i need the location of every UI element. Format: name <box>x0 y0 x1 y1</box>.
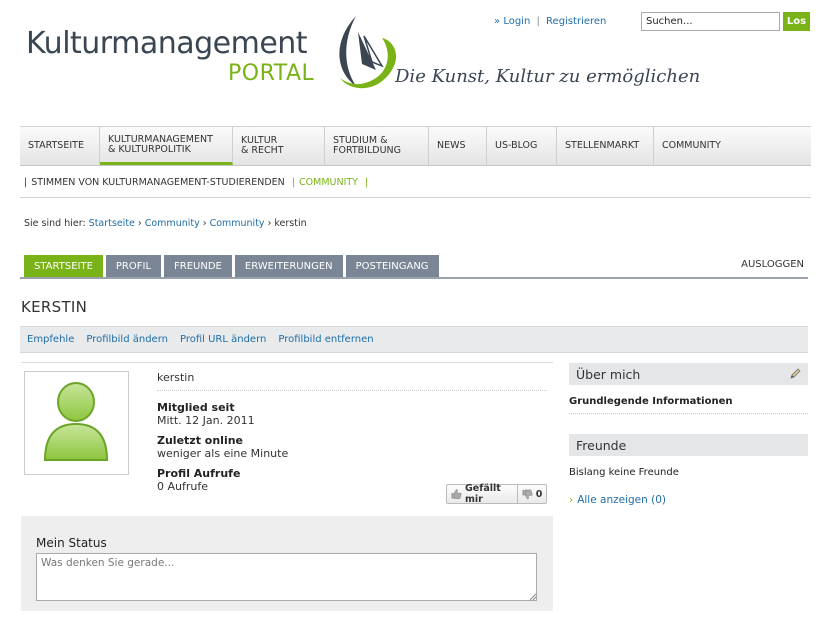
avatar <box>24 371 129 475</box>
nav-studium[interactable]: Studium & Fortbildung <box>325 127 429 165</box>
nav-kultur-recht[interactable]: Kultur & Recht <box>233 127 325 165</box>
breadcrumb-community-2[interactable]: Community <box>210 218 265 229</box>
nav-us-blog[interactable]: US-Blog <box>487 127 557 165</box>
login-link[interactable]: Login <box>503 16 530 27</box>
page-title: kerstin <box>21 298 88 316</box>
tab-freunde[interactable]: Freunde <box>164 255 232 277</box>
nav-kulturmanagement[interactable]: Kulturmanagement & Kulturpolitik <box>100 127 233 165</box>
subnav-stimmen[interactable]: Stimmen von Kulturmanagement-Studierende… <box>31 177 285 188</box>
about-me-header: Über mich <box>569 363 808 385</box>
account-links: » Login | Registrieren <box>494 16 606 27</box>
subnav-community[interactable]: Community <box>299 177 358 188</box>
show-all-friends-link[interactable]: › Alle anzeigen (0) <box>569 494 666 506</box>
status-title: Mein Status <box>36 536 107 550</box>
divider <box>20 197 811 198</box>
profile-action-bar: Empfehle Profilbild ändern Profil URL än… <box>20 326 808 353</box>
status-panel: Mein Status Was denken Sie gerade... <box>21 516 553 611</box>
tab-posteingang[interactable]: Posteingang <box>345 255 439 277</box>
member-since-value: Mitt. 12 Jan. 2011 <box>157 414 255 427</box>
logo-subtitle: PORTAL <box>228 61 315 86</box>
change-picture-link[interactable]: Profilbild ändern <box>86 334 168 345</box>
main-navigation: Startseite Kulturmanagement & Kulturpolit… <box>20 126 811 166</box>
breadcrumb-startseite[interactable]: Startseite <box>89 218 135 229</box>
breadcrumb-community[interactable]: Community <box>145 218 200 229</box>
remove-picture-link[interactable]: Profilbild entfernen <box>278 334 373 345</box>
about-me-title: Über mich <box>576 366 641 382</box>
thumbs-up-icon <box>451 489 462 499</box>
last-online-value: weniger als eine Minute <box>157 447 289 460</box>
friends-empty-text: Bislang keine Freunde <box>569 467 679 478</box>
breadcrumb: Sie sind hier: Startseite › Community › … <box>24 218 307 229</box>
logo-book-icon <box>339 16 397 89</box>
dislike-count: 0 <box>535 488 543 500</box>
tabs-underline <box>20 277 808 279</box>
search-button[interactable]: Los <box>783 12 810 31</box>
logo-title: Kulturmanagement <box>26 26 308 61</box>
register-link[interactable]: Registrieren <box>546 16 606 27</box>
divider <box>157 390 547 391</box>
like-widget: Gefällt mir 0 <box>446 483 547 505</box>
logout-link[interactable]: Ausloggen <box>741 259 804 270</box>
profile-views-label: Profil Aufrufe <box>157 467 241 480</box>
dislike-button[interactable]: 0 <box>518 485 546 503</box>
thumbs-down-icon <box>522 489 533 499</box>
nav-startseite[interactable]: Startseite <box>20 127 100 165</box>
basic-info-label: Grundlegende Informationen <box>569 396 733 407</box>
status-textarea[interactable]: Was denken Sie gerade... <box>36 553 537 601</box>
profile-views-value: 0 Aufrufe <box>157 480 208 493</box>
tab-profil[interactable]: Profil <box>105 255 162 277</box>
tab-startseite[interactable]: Startseite <box>24 255 103 277</box>
nav-news[interactable]: News <box>429 127 487 165</box>
user-silhouette-icon <box>43 382 109 461</box>
divider <box>21 362 553 363</box>
recommend-link[interactable]: Empfehle <box>27 334 74 345</box>
nav-community[interactable]: Community <box>654 127 754 165</box>
divider <box>569 413 808 414</box>
login-arrow: » <box>494 16 501 27</box>
last-online-label: Zuletzt online <box>157 434 244 447</box>
link-separator: | <box>536 16 540 27</box>
profile-tabs: Startseite Profil Freunde Erweiterungen … <box>24 255 442 277</box>
nav-stellenmarkt[interactable]: Stellenmarkt <box>557 127 654 165</box>
search-input[interactable] <box>641 12 780 31</box>
pencil-edit-icon[interactable] <box>789 367 802 380</box>
resize-grip-icon[interactable] <box>529 593 537 601</box>
arrow-right-icon: › <box>569 494 574 506</box>
sub-navigation: | Stimmen von Kulturmanagement-Studierend… <box>24 177 369 188</box>
site-logo[interactable]: Kulturmanagement PORTAL <box>26 14 397 94</box>
member-since-label: Mitglied seit <box>157 401 235 414</box>
friends-title: Freunde <box>576 437 627 453</box>
tagline: Die Kunst, Kultur zu ermöglichen <box>395 66 701 87</box>
change-url-link[interactable]: Profil URL ändern <box>180 334 266 345</box>
tab-erweiterungen[interactable]: Erweiterungen <box>234 255 343 277</box>
like-button[interactable]: Gefällt mir <box>447 483 518 505</box>
friends-header: Freunde <box>569 434 808 456</box>
profile-username: kerstin <box>157 371 195 384</box>
breadcrumb-prefix: Sie sind hier: <box>24 218 86 229</box>
breadcrumb-current: kerstin <box>274 218 307 229</box>
